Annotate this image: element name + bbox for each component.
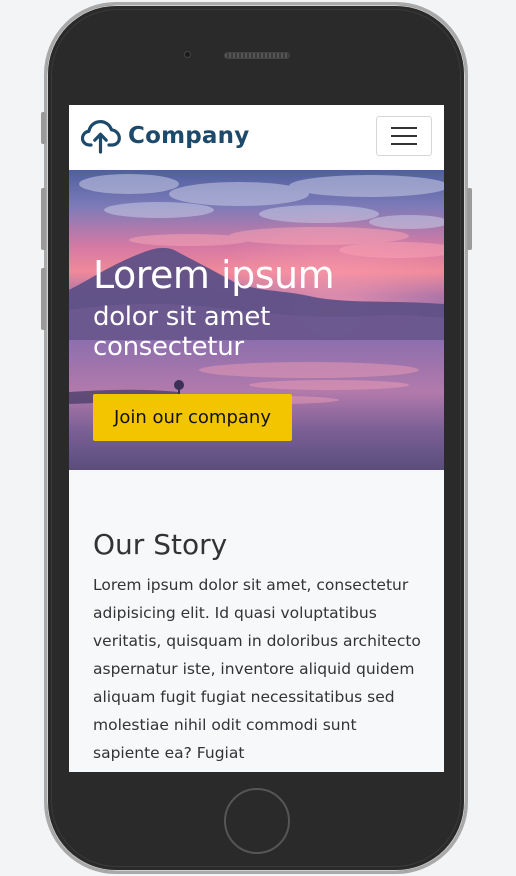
menu-toggle-button[interactable] [376,116,432,156]
our-story-section: Our Story Lorem ipsum dolor sit amet, co… [93,525,423,767]
brand-name: Company [128,123,250,149]
navbar: Company [69,105,444,170]
phone-volume-down-button [41,268,46,330]
phone-screen: Company Lorem ipsum dolor sit amet conse… [69,105,444,772]
phone-mute-switch [41,112,46,144]
hamburger-line [391,143,417,145]
phone-camera [184,51,191,58]
phone-home-button[interactable] [224,788,290,854]
phone-speaker [224,52,290,59]
brand-link[interactable]: Company [81,118,249,154]
phone-volume-up-button [41,188,46,250]
hamburger-line [391,135,417,137]
join-company-button[interactable]: Join our company [93,394,292,441]
hero-title: Lorem ipsum [93,253,335,297]
story-title: Our Story [93,528,228,561]
cloud-upload-icon [81,120,121,154]
hero-subtitle: dolor sit amet consectetur [93,302,270,362]
phone-power-button [467,188,472,250]
hero-banner: Lorem ipsum dolor sit amet consectetur J… [69,170,444,470]
hamburger-line [391,127,417,129]
story-body: Lorem ipsum dolor sit amet, consectetur … [93,576,421,762]
